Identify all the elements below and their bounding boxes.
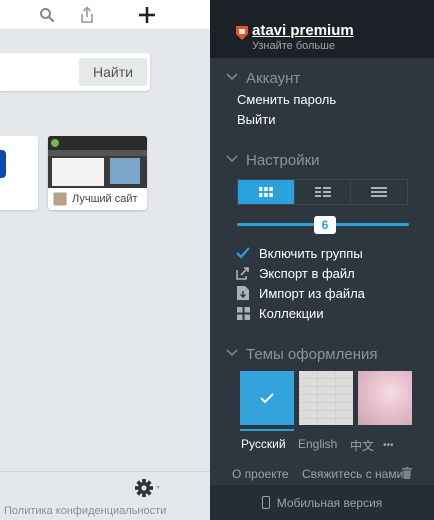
theme-white-brick[interactable]	[299, 371, 353, 425]
premium-title-link[interactable]: atavi premium	[252, 22, 354, 39]
contact-link[interactable]: Свяжитесь с нами	[302, 467, 403, 481]
chevron-down-icon	[226, 348, 240, 360]
premium-shield-icon	[236, 26, 248, 40]
search-icon[interactable]	[38, 5, 56, 25]
account-section-header[interactable]: Аккаунт	[226, 69, 300, 87]
top-toolbar	[0, 0, 210, 30]
logout-link[interactable]: Выйти	[237, 112, 276, 127]
option-label: Импорт из файла	[259, 285, 365, 301]
about-link[interactable]: О проекте	[232, 467, 289, 481]
rows-view-icon	[371, 187, 388, 197]
grid-view-button[interactable]	[238, 180, 294, 204]
collections-icon	[236, 306, 250, 320]
phone-icon	[261, 496, 270, 509]
theme-pink-flower[interactable]	[358, 371, 412, 425]
share-icon[interactable]	[77, 5, 97, 25]
themes-heading: Темы оформления	[246, 345, 378, 363]
panel-footer-links: О проекте Свяжитесь с нами	[232, 467, 403, 481]
gear-icon[interactable]	[134, 478, 164, 503]
trash-icon[interactable]	[402, 466, 412, 484]
check-icon	[236, 246, 250, 260]
bookmark-tile[interactable]: Лучший сайт	[48, 136, 147, 210]
selected-theme-indicator	[240, 429, 294, 431]
chevron-down-icon	[226, 154, 240, 166]
search-button[interactable]: Найти	[79, 58, 147, 86]
chevron-down-icon	[226, 72, 240, 84]
premium-subtitle[interactable]: Узнайте больше	[252, 40, 335, 52]
footer-divider	[0, 471, 210, 472]
collections-option[interactable]: Коллекции	[236, 305, 324, 321]
settings-heading: Настройки	[246, 151, 320, 169]
option-label: Включить группы	[259, 245, 363, 261]
start-page: Найти Лучший сайт Политика конфиденциаль…	[0, 0, 210, 520]
change-password-link[interactable]: Сменить пароль	[237, 92, 336, 107]
import-file-option[interactable]: Импорт из файла	[236, 285, 365, 301]
lang-chinese[interactable]: 中文	[350, 437, 374, 454]
bookmark-title: Лучший сайт	[72, 193, 138, 205]
site-favicon	[53, 192, 67, 206]
rows-view-button[interactable]	[350, 180, 407, 204]
list-view-button[interactable]	[293, 180, 351, 204]
lang-more[interactable]: •••	[383, 440, 394, 451]
privacy-policy-link[interactable]: Политика конфиденциальности	[4, 505, 166, 517]
bookmark-thumbnail	[48, 136, 147, 188]
mobile-version-link[interactable]: Мобильная версия	[210, 485, 434, 520]
plus-icon[interactable]	[136, 5, 158, 25]
theme-blue[interactable]	[240, 371, 294, 425]
view-mode-switch	[237, 179, 408, 205]
account-heading: Аккаунт	[246, 69, 301, 87]
search-box[interactable]: Найти	[0, 53, 150, 91]
grid-view-icon	[258, 187, 273, 197]
columns-slider-knob[interactable]: 6	[314, 216, 336, 234]
import-icon	[236, 286, 250, 300]
tile-logo	[0, 150, 6, 178]
settings-section-header[interactable]: Настройки	[226, 151, 320, 169]
premium-header: atavi premium Узнайте больше	[210, 0, 434, 58]
bookmark-footer: Лучший сайт	[48, 188, 147, 210]
bookmark-tile-partial[interactable]	[0, 136, 38, 210]
lang-english[interactable]: English	[298, 437, 337, 451]
export-file-option[interactable]: Экспорт в файл	[236, 265, 355, 281]
settings-panel: atavi premium Узнайте больше Аккаунт Сме…	[210, 0, 434, 520]
option-label: Коллекции	[259, 305, 324, 321]
themes-section-header[interactable]: Темы оформления	[226, 345, 377, 363]
mobile-version-label: Мобильная версия	[276, 495, 383, 510]
option-label: Экспорт в файл	[259, 265, 355, 281]
enable-groups-option[interactable]: Включить группы	[236, 245, 363, 261]
export-icon	[236, 266, 250, 280]
check-icon	[260, 393, 274, 404]
lang-russian[interactable]: Русский	[241, 437, 286, 451]
list-view-icon	[314, 187, 331, 197]
